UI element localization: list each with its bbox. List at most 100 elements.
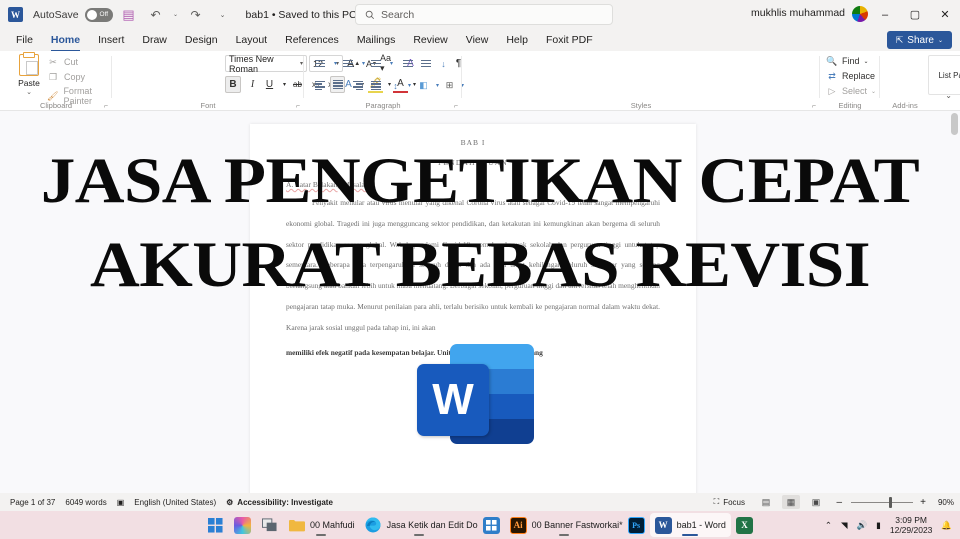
multilevel-list-chevron-down-icon[interactable]: ▾ [384, 55, 399, 72]
taskbar-start-button[interactable] [202, 513, 229, 537]
tab-file[interactable]: File [8, 32, 41, 48]
zoom-out-button[interactable]: – [836, 497, 842, 508]
maximize-button[interactable]: ▢ [900, 0, 930, 29]
collapse-ribbon-icon[interactable]: ⌄ [945, 91, 952, 100]
accessibility-status[interactable]: ⚙ Accessibility: Investigate [226, 498, 333, 507]
taskbar-label-word: bab1 - Word [676, 520, 726, 530]
search-input[interactable]: Search [381, 9, 414, 21]
clock[interactable]: 3:09 PM 12/29/2023 [890, 515, 933, 535]
minimize-button[interactable]: – [870, 0, 900, 29]
bell-icon[interactable]: 🔔 [941, 520, 952, 531]
multilevel-list-button[interactable] [368, 55, 383, 72]
proofing-icon[interactable]: ▣ [117, 498, 125, 507]
windows-start-icon [207, 517, 224, 534]
save-icon[interactable]: ▤ [118, 4, 140, 26]
paste-chevron-down-icon[interactable]: ⌄ [14, 88, 44, 96]
taskbar-store-button[interactable] [478, 513, 505, 537]
avatar[interactable] [852, 6, 868, 22]
tab-layout[interactable]: Layout [228, 32, 276, 48]
italic-button[interactable]: I [245, 76, 260, 93]
tab-design[interactable]: Design [177, 32, 226, 48]
paste-icon [19, 52, 39, 76]
tab-mailings[interactable]: Mailings [349, 32, 404, 48]
line-spacing-chevron-down-icon[interactable]: ▾ [402, 77, 417, 94]
taskbar-item-edge[interactable]: Jasa Ketik dan Edit Doku [360, 513, 478, 537]
tab-references[interactable]: References [277, 32, 347, 48]
decrease-indent-button[interactable] [400, 55, 415, 72]
taskview-icon [261, 517, 278, 534]
search-box[interactable]: Search [355, 4, 613, 25]
close-button[interactable]: ✕ [930, 0, 960, 29]
clipboard-dialog-launcher-icon[interactable]: ⌐ [104, 103, 108, 110]
volume-icon[interactable]: 🔊 [857, 520, 868, 531]
font-dialog-launcher-icon[interactable]: ⌐ [296, 103, 300, 110]
taskbar-item-folder[interactable]: 00 Mahfudi [283, 513, 360, 537]
page-number[interactable]: Page 1 of 37 [10, 498, 55, 507]
tab-view[interactable]: View [458, 32, 497, 48]
zoom-slider[interactable] [851, 496, 913, 508]
taskbar-item-illustrator[interactable]: Ai 00 Banner Fastworkai* [505, 513, 623, 537]
promo-line-2: AKURAT BEBAS REVISI [90, 229, 870, 302]
taskbar-item-word[interactable]: W bab1 - Word [649, 513, 731, 537]
cut-button[interactable]: ✂ Cut [47, 56, 78, 68]
print-layout-button[interactable]: ▦ [782, 495, 800, 509]
language[interactable]: English (United States) [134, 498, 216, 507]
style-list-paragraph[interactable]: List Paragraph [933, 56, 960, 94]
tab-draw[interactable]: Draw [134, 32, 175, 48]
wifi-icon[interactable]: ◥ [841, 520, 848, 531]
align-right-button[interactable] [350, 77, 365, 94]
zoom-slider-thumb[interactable] [889, 496, 892, 508]
tray-chevron-up-icon[interactable]: ⌃ [825, 520, 832, 531]
copy-button[interactable]: ❐ Copy [47, 71, 85, 83]
bullets-button[interactable] [312, 55, 327, 72]
align-center-button[interactable] [330, 76, 345, 93]
web-layout-button[interactable]: ▣ [807, 495, 825, 509]
numbering-button[interactable] [340, 55, 355, 72]
increase-indent-button[interactable] [418, 55, 433, 72]
align-left-button[interactable] [312, 77, 327, 94]
redo-icon[interactable]: ↷ [185, 4, 207, 26]
taskbar-photoshop-button[interactable]: Ps [623, 513, 650, 537]
bold-button[interactable]: B [225, 76, 241, 93]
find-chevron-down-icon[interactable]: ⌄ [864, 58, 869, 65]
taskbar-taskview-button[interactable] [256, 513, 283, 537]
undo-icon[interactable]: ↶ [145, 4, 167, 26]
autosave-toggle[interactable]: Off [84, 7, 113, 22]
line-spacing-button[interactable]: ↕ [388, 77, 403, 94]
focus-button[interactable]: ⛶ Focus [714, 497, 745, 507]
share-button[interactable]: ⇱ Share ⌄ [886, 31, 952, 49]
copilot-icon [234, 516, 252, 534]
word-count[interactable]: 6049 words [65, 498, 106, 507]
undo-dropdown-icon[interactable]: ⌄ [172, 4, 180, 26]
customize-quick-access-icon[interactable]: ⌄ [212, 4, 234, 26]
underline-button[interactable]: U [262, 76, 277, 93]
document-name[interactable]: bab1 • Saved to this PC [246, 9, 357, 21]
tab-home[interactable]: Home [43, 32, 88, 52]
vertical-scrollbar[interactable] [951, 113, 958, 135]
tab-review[interactable]: Review [405, 32, 455, 48]
zoom-in-button[interactable]: + [920, 497, 926, 508]
battery-icon[interactable]: ▮ [876, 520, 881, 531]
zoom-level[interactable]: 90% [938, 498, 954, 507]
styles-dialog-launcher-icon[interactable]: ⌐ [812, 103, 816, 110]
paragraph-dialog-launcher-icon[interactable]: ⌐ [454, 103, 458, 110]
shading-button[interactable]: ◧ [416, 77, 431, 94]
taskbar-copilot-button[interactable] [229, 513, 256, 537]
replace-button[interactable]: ⇄ Replace [826, 70, 875, 82]
word-icon: W [654, 516, 672, 534]
paste-button[interactable]: Paste ⌄ [14, 52, 44, 96]
tab-insert[interactable]: Insert [90, 32, 132, 48]
read-mode-button[interactable]: ▤ [757, 495, 775, 509]
paragraph-group: ▾ ▾ ▾ ↓ ¶ ↕ ▾ ◧ ▾ ⊞ ▾ Paragraph ⌐ [304, 51, 464, 111]
select-button[interactable]: ▷ Select ⌄ [826, 85, 877, 97]
tab-foxit-pdf[interactable]: Foxit PDF [538, 32, 601, 48]
find-button[interactable]: 🔍 Find ⌄ [826, 55, 869, 67]
font-name-input[interactable]: Times New Roman ▾ [225, 54, 307, 74]
justify-button[interactable] [368, 77, 383, 94]
account-name[interactable]: mukhlis muhammad [751, 7, 845, 19]
taskbar-excel-button[interactable]: X [731, 513, 758, 537]
tab-help[interactable]: Help [498, 32, 536, 48]
sort-button[interactable]: ↓ [436, 55, 451, 72]
photoshop-icon: Ps [627, 516, 645, 534]
select-chevron-down-icon[interactable]: ⌄ [871, 88, 876, 95]
